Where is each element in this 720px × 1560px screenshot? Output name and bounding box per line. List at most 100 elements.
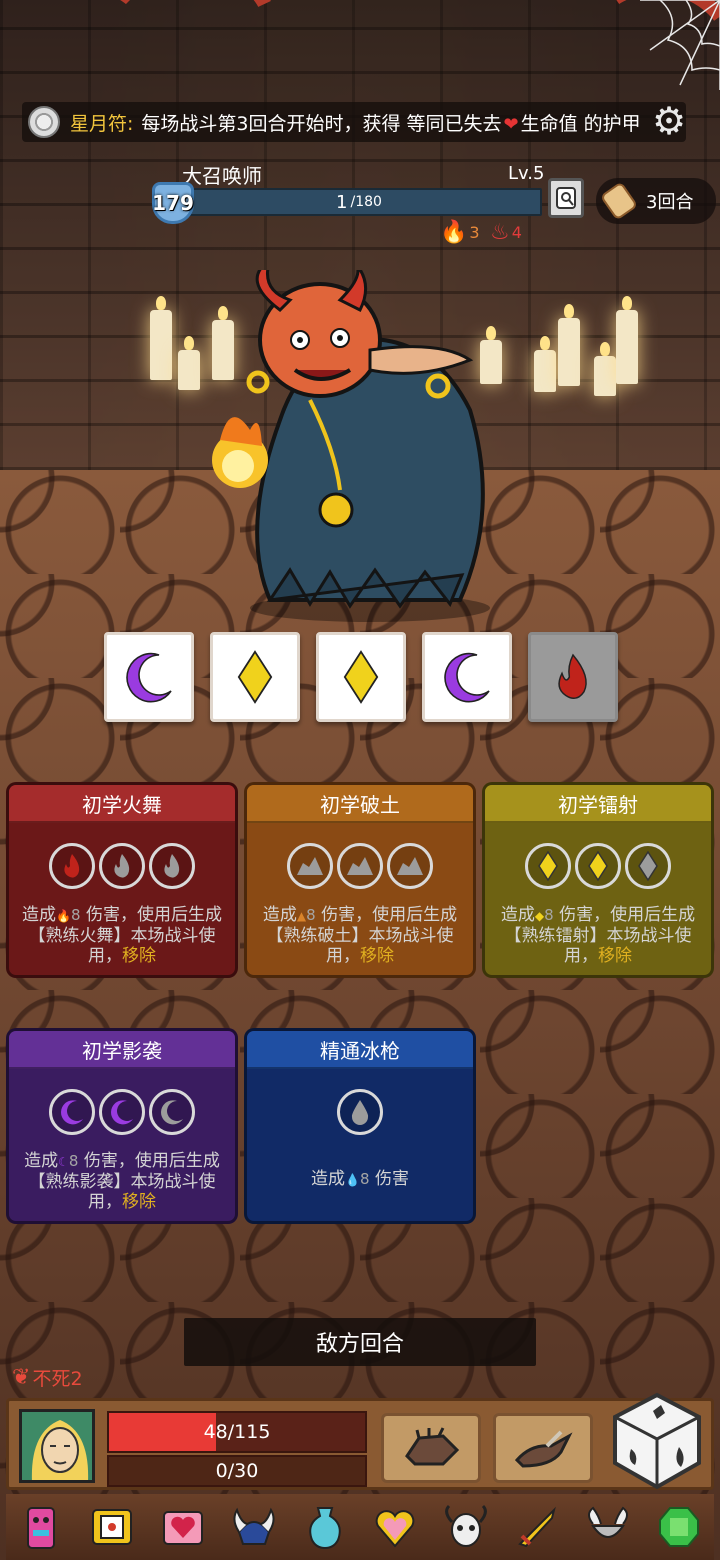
fire-slot[interactable] [49, 843, 95, 889]
scroll-intent-glyph [556, 187, 576, 209]
remove-link[interactable]: 移除 [122, 1192, 156, 1212]
card-description: 造成☾8 伤害，使用后生成【熟练影袭】本场战斗使用，移除 [9, 1151, 235, 1212]
enemy-buff-flame[interactable]: 🔥 3 [440, 220, 480, 245]
relic-golden-sword[interactable] [509, 1499, 565, 1555]
moon-icon [126, 652, 172, 703]
earth-slot[interactable] [387, 843, 433, 889]
moon-die[interactable] [104, 632, 194, 722]
enemy-intent-icon[interactable] [548, 178, 584, 218]
summoner-enemy-sprite[interactable] [200, 270, 520, 630]
damage-value: 8 [306, 906, 316, 924]
star-moon-charm-icon [28, 106, 60, 138]
turn-banner-text: 敌方回合 [315, 1332, 404, 1357]
relic-desc-part1: 每场战斗第3回合开始时，获得 等同已失去 [141, 112, 502, 135]
card-description: 造成💧8 伤害 [247, 1169, 473, 1190]
rock-icon [297, 857, 323, 875]
fire-icon [558, 653, 587, 699]
undying-label: 不死2 [32, 1368, 83, 1390]
dice-slots [9, 843, 235, 889]
candle [150, 296, 172, 380]
relic-inventory-row [6, 1494, 714, 1560]
earth-slot[interactable] [337, 843, 383, 889]
remove-link[interactable]: 移除 [122, 946, 156, 966]
skill-card-fire-dance[interactable]: 初学火舞 造成🔥8 伤害，使用后生成【熟练火舞】本场战斗使用，移除 [6, 782, 238, 978]
enemy-shield-badge: 179 [152, 182, 194, 224]
diamond-icon [343, 650, 379, 704]
player-shield-bar: 0/30 [107, 1455, 367, 1487]
dice-slots [9, 1089, 235, 1135]
enemy-hp-text: 1/180 [178, 190, 540, 214]
card-box-icon [92, 1509, 133, 1545]
moon-slot[interactable] [49, 1089, 95, 1135]
diamond-icon [588, 851, 608, 881]
player-shield-text: 0/30 [215, 1460, 259, 1482]
card-title: 初学破土 [247, 785, 473, 823]
player-panel: 48/115 0/30 [6, 1392, 714, 1490]
relic-ox-skull[interactable] [438, 1499, 494, 1555]
vase-icon [308, 1507, 341, 1550]
diamond-icon [237, 650, 273, 704]
fire-slot[interactable] [149, 843, 195, 889]
moon-slot[interactable] [149, 1089, 195, 1135]
relic-heart-chest[interactable] [155, 1499, 211, 1555]
diamond-slot[interactable] [575, 843, 621, 889]
relic-card-box[interactable] [84, 1499, 140, 1555]
player-hp-bar: 48/115 [107, 1411, 367, 1453]
heart-locket-icon [376, 1510, 415, 1548]
moon-damage-icon: ☾ [58, 1155, 69, 1169]
flame-stack-icon: 🔥 [440, 220, 468, 245]
moon-icon [111, 1100, 133, 1125]
item-slot-spiked-fist[interactable] [381, 1413, 481, 1483]
card-title: 初学镭射 [485, 785, 711, 823]
earth-slot[interactable] [287, 843, 333, 889]
undying-status[interactable]: ❦ 不死2 [12, 1364, 83, 1391]
skill-card-break-earth[interactable]: 初学破土 造成▲8 伤害，使用后生成【熟练破土】本场战斗使用，移除 [244, 782, 476, 978]
dice-icon [613, 1392, 701, 1490]
card-description: 造成▲8 伤害，使用后生成【熟练破土】本场战斗使用，移除 [247, 905, 473, 966]
beast-claw-icon [514, 1430, 573, 1468]
fire-die[interactable] [528, 632, 618, 722]
relic-desc-part2: 生命值 的护甲 [520, 112, 641, 135]
relic-heart-locket[interactable] [367, 1499, 423, 1555]
candle [594, 342, 616, 396]
desc-text: 造成 [500, 905, 535, 925]
water-slot[interactable] [337, 1089, 383, 1135]
relic-emerald[interactable] [651, 1499, 707, 1555]
spiked-fist-icon [405, 1427, 460, 1466]
skill-card-laser[interactable]: 初学镭射 造成◆8 伤害，使用后生成【熟练镭射】本场战斗使用，移除 [482, 782, 714, 978]
candle [178, 336, 200, 390]
relic-vase[interactable] [297, 1499, 353, 1555]
roll-dice-button[interactable] [609, 1391, 705, 1491]
dice-slots [247, 843, 473, 889]
relic-horned-helm[interactable] [226, 1499, 282, 1555]
diamond-icon [538, 851, 558, 881]
relic-totem[interactable] [13, 1499, 69, 1555]
enemy-hp-max: /180 [350, 194, 382, 210]
enemy-buff-demon[interactable]: ♨ 4 [490, 220, 522, 245]
fire-icon [164, 854, 180, 878]
diamond-die[interactable] [210, 632, 300, 722]
moon-die[interactable] [422, 632, 512, 722]
skill-card-ice-spear[interactable]: 精通冰枪 造成💧8 伤害 [244, 1028, 476, 1224]
remove-link[interactable]: 移除 [598, 946, 632, 966]
moon-slot[interactable] [99, 1089, 145, 1135]
relic-effect-bar[interactable]: 星月符: 每场战斗第3回合开始时，获得 等同已失去 ❤ 生命值 的护甲 [22, 102, 686, 142]
skill-card-shadow-strike[interactable]: 初学影袭 造成☾8 伤害，使用后生成【熟练影袭】本场战斗使用，移除 [6, 1028, 238, 1224]
moon-icon [161, 1100, 183, 1125]
fire-icon [114, 854, 130, 878]
item-slot-beast-claw[interactable] [493, 1413, 593, 1483]
diamond-die[interactable] [316, 632, 406, 722]
diamond-slot[interactable] [625, 843, 671, 889]
card-description: 造成🔥8 伤害，使用后生成【熟练火舞】本场战斗使用，移除 [9, 905, 235, 966]
settings-gear-icon[interactable]: ⚙ [648, 100, 690, 142]
fire-slot[interactable] [99, 843, 145, 889]
remove-link[interactable]: 移除 [360, 946, 394, 966]
relic-winged-bowl[interactable] [580, 1499, 636, 1555]
desc-text: 造成 [311, 1169, 346, 1189]
card-title: 初学火舞 [9, 785, 235, 823]
rock-icon [347, 857, 373, 875]
player-portrait-avatar[interactable] [19, 1409, 95, 1483]
diamond-slot[interactable] [525, 843, 571, 889]
fire-damage-icon: 🔥 [56, 909, 71, 923]
relic-description: 每场战斗第3回合开始时，获得 等同已失去 ❤ 生命值 的护甲 [141, 109, 640, 136]
